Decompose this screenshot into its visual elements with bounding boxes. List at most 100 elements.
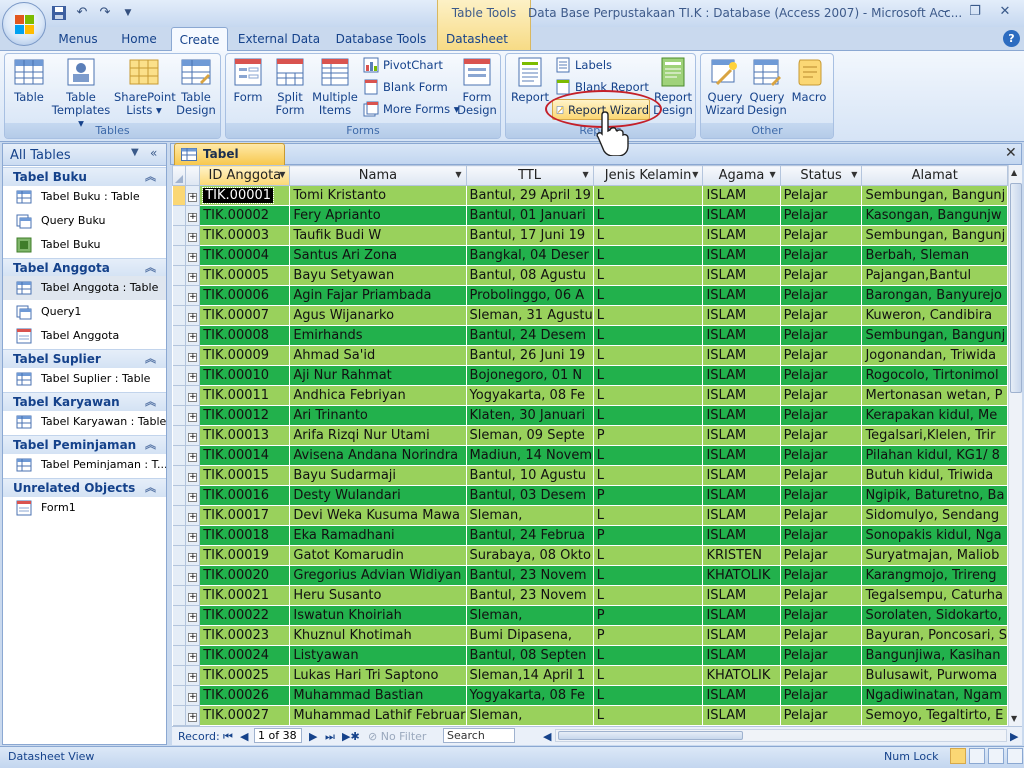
nav-group-tabel-anggota[interactable]: Tabel Anggota ︽ [3,258,166,277]
table-row[interactable]: + TIK.00003 Taufik Budi W Bantul, 17 Juni 1… [172,225,1008,246]
table-cell[interactable]: Butuh kidul, Triwida [861,465,1008,486]
column-dropdown-icon[interactable]: ▼ [583,170,589,179]
table-cell[interactable]: P [593,625,704,646]
table-row[interactable]: + TIK.00022 Iswatun Khoiriah Sleman, P ISLAM P… [172,605,1008,626]
row-selector[interactable] [172,425,186,446]
table-cell[interactable]: ISLAM [702,605,781,626]
table-cell[interactable]: TIK.00001 [199,185,291,206]
table-cell[interactable]: L [593,325,704,346]
table-cell[interactable]: TIK.00004 [199,245,291,266]
expand-plus-icon[interactable]: + [188,193,198,202]
table-cell[interactable]: TIK.00008 [199,325,291,346]
expand-row-cell[interactable]: + [185,565,201,586]
table-cell[interactable]: Gregorius Advian Widiyan [289,565,467,586]
scroll-left-icon[interactable]: ◀ [543,729,551,744]
table-cell[interactable]: Santus Ari Zona [289,245,467,266]
row-selector[interactable] [172,485,186,506]
table-row[interactable]: + TIK.00021 Heru Susanto Bantul, 23 Novem L I… [172,585,1008,606]
table-cell[interactable]: TIK.00024 [199,645,291,666]
table-cell[interactable]: Surabaya, 08 Okto [466,545,594,566]
table-cell[interactable]: Pelajar [780,245,863,266]
table-cell[interactable]: Pelajar [780,645,863,666]
pivotchart-button[interactable]: PivotChart [363,55,443,75]
row-selector[interactable] [172,345,186,366]
expand-row-cell[interactable]: + [185,705,201,726]
table-cell[interactable]: Bangunjiwa, Kasihan [861,645,1008,666]
table-cell[interactable]: Arifa Rizqi Nur Utami [289,425,467,446]
table-cell[interactable]: ISLAM [702,285,781,306]
table-cell[interactable]: Bantul, 24 Februa [466,525,594,546]
table-cell[interactable]: Taufik Budi W [289,225,467,246]
customize-qat-icon[interactable]: ▼ [119,5,137,21]
table-cell[interactable]: TIK.00005 [199,265,291,286]
table-cell[interactable]: ISLAM [702,505,781,526]
column-header[interactable]: Status ▼ [779,165,863,186]
table-cell[interactable]: Bangkal, 04 Deser [466,245,594,266]
table-cell[interactable]: L [593,285,704,306]
table-cell[interactable]: Semoyo, Tegaltirto, E [861,705,1008,726]
multiple-items-button[interactable]: Multiple Items [312,56,358,117]
nav-pane-title[interactable]: All Tables [10,148,71,163]
row-selector[interactable] [172,365,186,386]
table-row[interactable]: + TIK.00002 Fery Aprianto Bantul, 01 Januar… [172,205,1008,226]
table-cell[interactable]: KRISTEN [702,545,781,566]
row-selector[interactable] [172,205,186,226]
table-cell[interactable]: Bayu Setyawan [289,265,467,286]
table-cell[interactable]: Sleman, 09 Septe [466,425,594,446]
table-cell[interactable]: Bantul, 17 Juni 19 [466,225,594,246]
no-filter-indicator[interactable]: ⊘ No Filter [368,729,426,744]
nav-group-tabel-suplier[interactable]: Tabel Suplier ︽ [3,349,166,368]
column-header[interactable]: ID Anggota ▼ [199,165,291,186]
expand-plus-icon[interactable]: + [188,573,198,582]
expand-plus-icon[interactable]: + [188,473,198,482]
table-row[interactable]: + TIK.00023 Khuznul Khotimah Bumi Dipasena,… [172,625,1008,646]
table-cell[interactable]: Barongan, Banyurejo [861,285,1008,306]
table-cell[interactable]: KHATOLIK [702,565,781,586]
row-selector[interactable] [172,285,186,306]
table-cell[interactable]: Bayu Sudarmaji [289,465,467,486]
table-cell[interactable]: Fery Aprianto [289,205,467,226]
table-cell[interactable]: TIK.00023 [199,625,291,646]
expand-plus-icon[interactable]: + [188,433,198,442]
table-cell[interactable]: ISLAM [702,425,781,446]
table-cell[interactable]: ISLAM [702,365,781,386]
table-cell[interactable]: Jogonandan, Triwida [861,345,1008,366]
table-cell[interactable]: L [593,245,704,266]
nav-item[interactable]: Form1 [3,496,166,520]
collapse-pane-icon[interactable]: « [150,146,157,160]
table-cell[interactable]: TIK.00017 [199,505,291,526]
restore-button[interactable]: ❐ [960,2,990,22]
table-row[interactable]: + TIK.00024 Listyawan Bantul, 08 Septen L ISL… [172,645,1008,666]
expand-plus-icon[interactable]: + [188,413,198,422]
vertical-scrollbar[interactable]: ▲ ▼ [1008,165,1022,726]
expand-plus-icon[interactable]: + [188,553,198,562]
table-cell[interactable]: L [593,265,704,286]
column-header[interactable]: Nama ▼ [289,165,467,186]
table-cell[interactable]: ISLAM [702,445,781,466]
table-cell[interactable]: Sembungan, Bangunj [861,225,1008,246]
table-cell[interactable]: ISLAM [702,305,781,326]
table-cell[interactable]: TIK.00014 [199,445,291,466]
table-cell[interactable]: Ari Trinanto [289,405,467,426]
table-cell[interactable]: Bantul, 29 April 19 [466,185,594,206]
table-cell[interactable]: Emirhands [289,325,467,346]
more-forms-button[interactable]: More Forms ▾ [363,99,460,119]
column-header[interactable]: Jenis Kelamin ▼ [592,165,704,186]
table-cell[interactable]: Bantul, 23 Novem [466,565,594,586]
table-cell[interactable]: Kerapakan kidul, Me [861,405,1008,426]
chevron-down-icon[interactable]: ▼ [131,147,139,158]
table-row[interactable]: + TIK.00017 Devi Weka Kusuma Mawa Sleman, L I… [172,505,1008,526]
table-row[interactable]: + TIK.00015 Bayu Sudarmaji Bantul, 10 Agust… [172,465,1008,486]
expand-row-cell[interactable]: + [185,445,201,466]
table-cell[interactable]: Yogyakarta, 08 Fe [466,685,594,706]
table-cell[interactable]: ISLAM [702,385,781,406]
table-cell[interactable]: Sembungan, Bangunj [861,325,1008,346]
table-cell[interactable]: Devi Weka Kusuma Mawa [289,505,467,526]
expand-plus-icon[interactable]: + [188,293,198,302]
table-cell[interactable]: Pilahan kidul, KG1/ 8 [861,445,1008,466]
nav-item[interactable]: Tabel Peminjaman : T... [3,453,166,477]
table-cell[interactable]: Pelajar [780,365,863,386]
expand-row-cell[interactable]: + [185,505,201,526]
nav-group-tabel-buku[interactable]: Tabel Buku ︽ [3,167,166,186]
split-form-button[interactable]: Split Form [270,56,310,117]
